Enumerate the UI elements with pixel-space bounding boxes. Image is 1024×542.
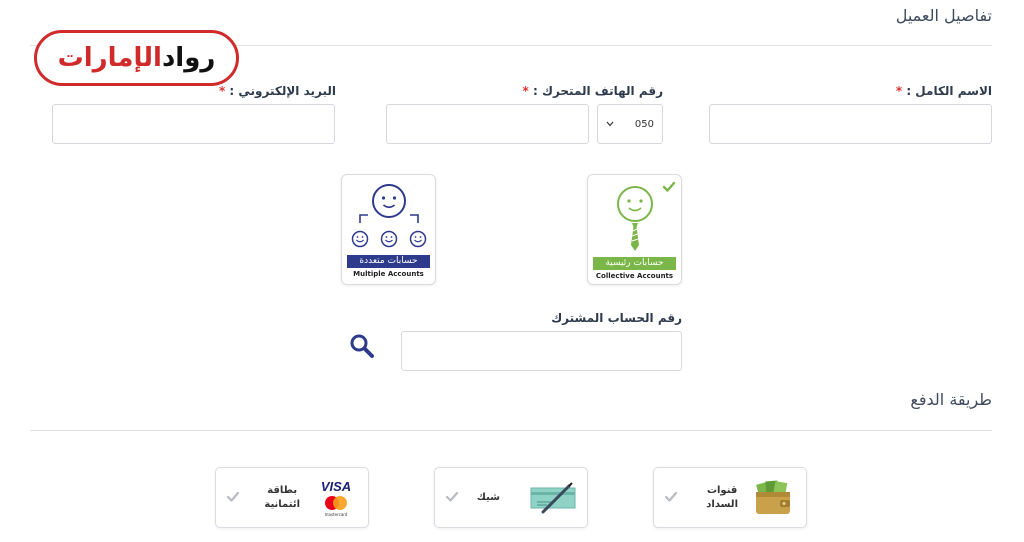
- full-name-required-mark: *: [895, 84, 903, 98]
- search-button[interactable]: [348, 332, 376, 360]
- customer-details-title: تفاصيل العميل: [895, 6, 992, 25]
- mastercard-logo-icon: [325, 496, 347, 510]
- credit-card-label: بطاقة ائتمانية: [264, 485, 300, 510]
- payment-method-title: طريقة الدفع: [910, 390, 992, 409]
- rowad-emirates-logo: روادالإمارات: [34, 30, 239, 86]
- full-name-label: الاسم الكامل : *: [896, 84, 992, 98]
- mastercard-logo-text: mastercard: [324, 512, 348, 517]
- multiple-persons-icon: [351, 184, 427, 248]
- logo-text-red: الإمارات: [57, 43, 163, 73]
- payment-method-divider: [30, 430, 992, 431]
- collective-label-en: Collective Accounts: [595, 272, 674, 280]
- visa-mastercard-icon: VISA mastercard: [316, 480, 356, 518]
- email-input[interactable]: [52, 104, 335, 144]
- cheque-label: شيك: [476, 492, 500, 503]
- full-name-input[interactable]: [709, 104, 992, 144]
- account-type-collective[interactable]: حسابات رئيسية Collective Accounts: [587, 174, 682, 285]
- payment-option-cheque[interactable]: شيك: [434, 467, 588, 528]
- cheque-icon: [530, 482, 576, 514]
- email-required-mark: *: [218, 84, 226, 98]
- chevron-down-icon: [606, 119, 614, 130]
- multiple-label-ar: حسابات متعددة: [347, 255, 430, 268]
- subscriber-account-label: رقم الحساب المشترك: [551, 311, 682, 325]
- mobile-label-text: رقم الهاتف المتحرك :: [532, 84, 663, 98]
- search-icon: [350, 334, 374, 358]
- full-name-label-text: الاسم الكامل :: [906, 84, 992, 98]
- mobile-required-mark: *: [522, 84, 529, 98]
- mobile-label: رقم الهاتف المتحرك : *: [523, 84, 664, 98]
- mobile-input[interactable]: [386, 104, 589, 144]
- check-icon: [664, 491, 678, 502]
- account-type-multiple[interactable]: حسابات متعددة Multiple Accounts: [341, 174, 436, 285]
- email-label-text: البريد الإلكتروني :: [229, 84, 336, 98]
- collective-label-ar: حسابات رئيسية: [593, 257, 676, 270]
- check-icon: [226, 491, 240, 502]
- mobile-prefix-select[interactable]: 050: [597, 104, 663, 144]
- subscriber-account-input[interactable]: [401, 331, 682, 371]
- payment-option-credit-card[interactable]: بطاقة ائتمانية VISA mastercard: [215, 467, 369, 528]
- check-icon: [445, 491, 459, 502]
- mobile-prefix-value: 050: [634, 118, 654, 130]
- multiple-label-en: Multiple Accounts: [353, 270, 424, 278]
- email-label: البريد الإلكتروني : *: [219, 84, 336, 98]
- wallet-icon: [756, 480, 790, 514]
- payment-channels-label: قنوات السداد: [706, 485, 738, 510]
- visa-logo-text: VISA: [320, 479, 352, 494]
- selected-check-icon: [662, 181, 676, 192]
- logo-text-black: رواد: [161, 43, 216, 73]
- payment-option-channels[interactable]: قنوات السداد: [653, 467, 807, 528]
